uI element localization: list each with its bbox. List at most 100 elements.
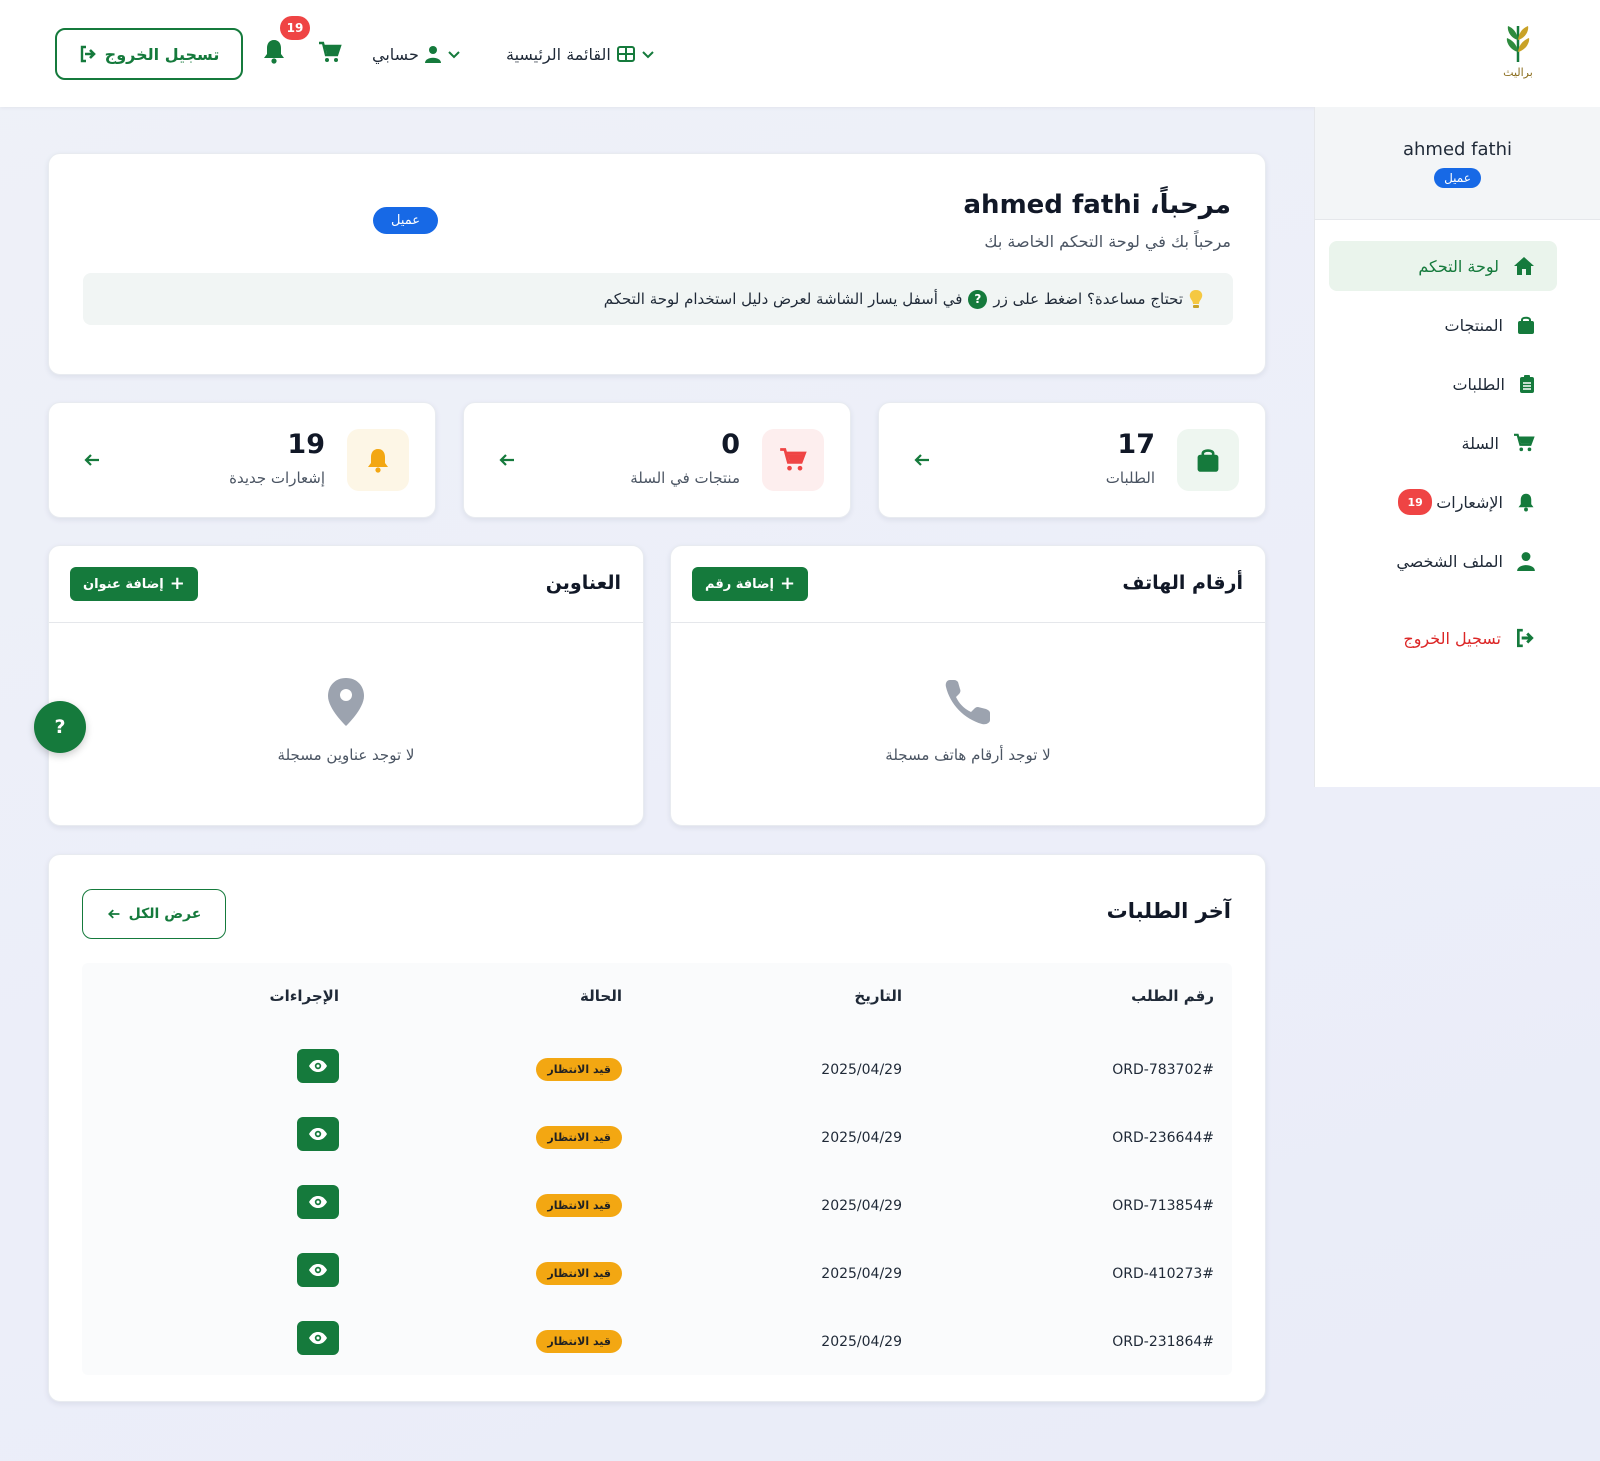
user-icon (424, 46, 441, 63)
order-date-cell: 2025/04/29 (821, 1130, 902, 1146)
order-id-cell: ORD-713854# (1112, 1198, 1214, 1214)
welcome-title: مرحباً، ahmed fathi (963, 190, 1231, 220)
add-phone-button[interactable]: + إضافة رقم (692, 567, 809, 601)
sidebar-item-profile[interactable]: الملف الشخصي (1329, 536, 1557, 586)
order-date-cell: 2025/04/29 (821, 1334, 902, 1350)
column-header-actions: الإجراءات (269, 987, 339, 1005)
add-address-label: إضافة عنوان (83, 576, 164, 592)
hint-text-after: في أسفل يسار الشاشة لعرض دليل استخدام لو… (603, 290, 963, 308)
table-row: ORD-231864# 2025/04/29 قيد الانتظار (82, 1310, 1232, 1378)
bag-icon (1518, 316, 1534, 334)
help-hint-banner: في أسفل يسار الشاشة لعرض دليل استخدام لو… (83, 273, 1233, 325)
order-id-cell: ORD-783702# (1112, 1062, 1214, 1078)
order-id-cell: ORD-236644# (1112, 1130, 1214, 1146)
sidebar-item-label: الطلبات (1452, 374, 1505, 394)
phones-empty-state: لا توجد أرقام هاتف مسجلة (671, 676, 1265, 764)
stat-cart-label: منتجات في السلة (630, 469, 740, 487)
user-icon (1517, 552, 1535, 571)
sidebar-item-cart[interactable]: السلة (1329, 418, 1557, 468)
notifications-button[interactable] (262, 38, 286, 66)
arrow-left-icon[interactable] (498, 451, 516, 469)
order-date-cell: 2025/04/29 (821, 1266, 902, 1282)
wheat-logo-icon (1506, 26, 1530, 62)
welcome-card: مرحباً، ahmed fathi مرحباً بك في لوحة ال… (48, 153, 1266, 375)
bell-icon (1518, 493, 1534, 512)
sidebar-item-products[interactable]: المنتجات (1329, 300, 1557, 350)
arrow-left-icon[interactable] (913, 451, 931, 469)
arrow-left-icon (107, 909, 120, 919)
add-phone-label: إضافة رقم (705, 576, 775, 592)
eye-icon (309, 1196, 327, 1208)
logout-icon (1517, 628, 1534, 648)
welcome-subtitle: مرحباً بك في لوحة التحكم الخاصة بك (984, 232, 1231, 251)
main-menu-dropdown[interactable]: القائمة الرئيسية (506, 40, 655, 68)
view-order-button[interactable] (297, 1321, 339, 1355)
sidebar-item-label: السلة (1461, 433, 1499, 453)
recent-orders-title: آخر الطلبات (1106, 899, 1231, 923)
stat-card-orders[interactable]: 17 الطلبات (878, 402, 1266, 518)
bell-icon (368, 449, 388, 473)
add-address-button[interactable]: + إضافة عنوان (70, 567, 198, 601)
status-badge: قيد الانتظار (536, 1194, 622, 1217)
sidebar-item-notifications[interactable]: 19 الإشعارات (1329, 477, 1557, 527)
addresses-panel-header: العناوين + إضافة عنوان (49, 546, 643, 623)
stat-notifications-icon-box (347, 429, 409, 491)
stat-card-cart[interactable]: 0 منتجات في السلة (463, 402, 851, 518)
orders-table: رقم الطلب التاريخ الحالة الإجراءات ORD-7… (82, 963, 1232, 1375)
sidebar-item-logout[interactable]: تسجيل الخروج (1329, 613, 1557, 663)
logout-button[interactable]: تسجيل الخروج (55, 28, 243, 80)
account-label: حسابي (372, 44, 419, 64)
grid-icon (616, 46, 635, 62)
table-row: ORD-236644# 2025/04/29 قيد الانتظار (82, 1106, 1232, 1174)
status-badge: قيد الانتظار (536, 1126, 622, 1149)
column-header-status: الحالة (580, 987, 622, 1005)
account-dropdown[interactable]: حسابي (372, 40, 461, 68)
stat-card-notifications[interactable]: 19 إشعارات جديدة (48, 402, 436, 518)
stat-orders-icon-box (1177, 429, 1239, 491)
help-floating-button[interactable]: ? (34, 701, 86, 753)
stat-orders-label: الطلبات (1105, 469, 1155, 487)
hint-text-before: تحتاج مساعدة؟ اضغط على زر (993, 290, 1183, 308)
order-date-cell: 2025/04/29 (821, 1198, 902, 1214)
eye-icon (309, 1332, 327, 1344)
chevron-down-icon (448, 51, 460, 59)
addresses-panel: العناوين + إضافة عنوان لا توجد عناوين مس… (48, 545, 644, 826)
map-pin-icon (328, 678, 364, 726)
stat-notifications-label: إشعارات جديدة (229, 469, 325, 487)
home-icon (1514, 257, 1534, 275)
plus-icon: + (169, 573, 185, 594)
phones-panel-header: أرقام الهاتف + إضافة رقم (671, 546, 1265, 623)
cart-button[interactable] (318, 40, 342, 64)
view-order-button[interactable] (297, 1049, 339, 1083)
order-id-cell: ORD-231864# (1112, 1334, 1214, 1350)
eye-icon (309, 1264, 327, 1276)
bag-icon (1197, 449, 1219, 472)
sidebar-item-label: الإشعارات (1436, 492, 1503, 512)
sidebar-item-label: تسجيل الخروج (1403, 628, 1501, 648)
stat-cart-value: 0 (721, 429, 740, 460)
cart-icon (1514, 433, 1535, 452)
column-header-order-id: رقم الطلب (1131, 987, 1214, 1005)
view-order-button[interactable] (297, 1185, 339, 1219)
brand-logo[interactable]: براليث (1490, 22, 1546, 86)
sidebar: ahmed fathi عميل لوحة التحكم المنتجات ال… (1314, 107, 1600, 787)
status-badge: قيد الانتظار (536, 1330, 622, 1353)
arrow-left-icon[interactable] (83, 451, 101, 469)
view-order-button[interactable] (297, 1117, 339, 1151)
status-badge: قيد الانتظار (536, 1058, 622, 1081)
help-question-icon: ? (968, 289, 988, 309)
stat-orders-value: 17 (1117, 429, 1155, 460)
view-order-button[interactable] (297, 1253, 339, 1287)
sidebar-item-orders[interactable]: الطلبات (1329, 359, 1557, 409)
view-all-button[interactable]: عرض الكل (82, 889, 226, 939)
eye-icon (309, 1060, 327, 1072)
table-row: ORD-713854# 2025/04/29 قيد الانتظار (82, 1174, 1232, 1242)
sidebar-item-dashboard[interactable]: لوحة التحكم (1329, 241, 1557, 291)
table-row: ORD-783702# 2025/04/29 قيد الانتظار (82, 1038, 1232, 1106)
sidebar-item-label: المنتجات (1444, 315, 1504, 335)
order-id-cell: ORD-410273# (1112, 1266, 1214, 1282)
lightbulb-icon (1189, 290, 1203, 308)
addresses-empty-state: لا توجد عناوين مسجلة (49, 676, 643, 764)
phone-icon (945, 680, 990, 725)
notifications-count-badge: 19 (280, 16, 310, 40)
